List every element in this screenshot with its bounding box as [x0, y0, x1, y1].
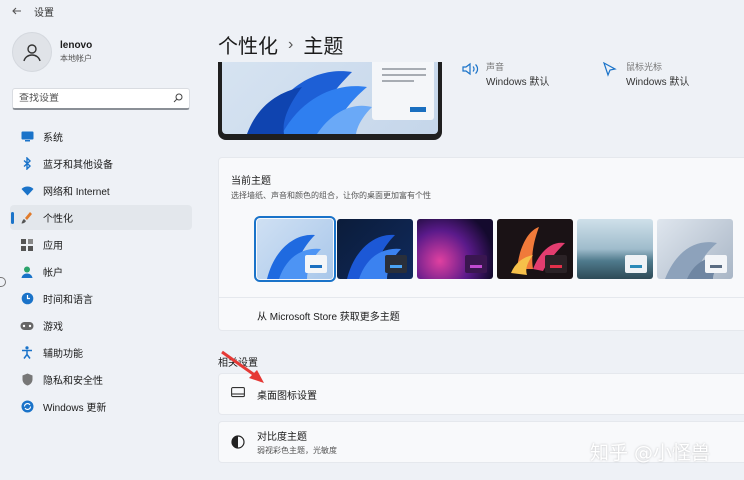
sidebar-item-label: 隐私和安全性: [43, 376, 103, 387]
quick-setting-title: 声音: [486, 62, 505, 72]
sidebar-item-bluetooth[interactable]: 蓝牙和其他设备: [10, 151, 192, 176]
theme-thumbnail-captured-motion[interactable]: [497, 219, 573, 279]
sidebar-item-time-language[interactable]: 时间和语言: [10, 286, 192, 311]
cursor-icon: [602, 61, 620, 80]
contrast-themes-description: 弱视彩色主题，光敏度: [257, 446, 337, 455]
account-type: 本地帐户: [60, 54, 92, 63]
current-theme-card: 当前主题 选择墙纸、声音和颜色的组合，让你的桌面更加富有个性 从 Microso…: [218, 157, 744, 331]
sidebar-item-personalization[interactable]: 个性化: [10, 205, 192, 230]
speaker-icon: [462, 62, 480, 80]
get-more-themes-link[interactable]: 从 Microsoft Store 获取更多主题: [219, 297, 744, 332]
breadcrumb-separator: ›: [288, 35, 294, 53]
sidebar-item-network[interactable]: 网络和 Internet: [10, 178, 192, 203]
breadcrumb-current: 主题: [303, 36, 344, 58]
sidebar-item-accessibility[interactable]: 辅助功能: [10, 340, 192, 365]
theme-gallery: [254, 216, 737, 282]
highlight-arrow: [221, 350, 264, 383]
sidebar-item-windows-update[interactable]: Windows 更新: [10, 394, 192, 419]
current-theme-description: 选择墙纸、声音和颜色的组合，让你的桌面更加富有个性: [231, 191, 431, 200]
theme-thumbnail-glow[interactable]: [417, 219, 493, 279]
sidebar-item-label: 应用: [43, 241, 63, 252]
bluetooth-icon: [20, 157, 34, 171]
sidebar-item-label: 辅助功能: [43, 349, 83, 360]
search-box[interactable]: [12, 88, 190, 110]
quick-setting-cursor[interactable]: 鼠标光标 Windows 默认: [602, 61, 690, 88]
sidebar-item-label: 个性化: [43, 214, 73, 225]
shield-icon: [20, 373, 34, 387]
accessibility-icon: [20, 346, 34, 360]
sidebar-item-apps[interactable]: 应用: [10, 232, 192, 257]
get-more-themes-label: 从 Microsoft Store 获取更多主题: [257, 311, 400, 323]
sidebar-item-label: 时间和语言: [43, 295, 93, 306]
theme-thumbnail-flow[interactable]: [657, 219, 733, 279]
theme-thumbnail-windows-light[interactable]: [254, 216, 336, 282]
desktop-icon-settings-row[interactable]: 桌面图标设置: [218, 373, 744, 415]
theme-preview: [218, 62, 442, 140]
monitor-icon: [20, 130, 34, 144]
sidebar-item-label: 游戏: [43, 322, 63, 333]
back-arrow-icon[interactable]: [8, 2, 26, 20]
search-input[interactable]: [19, 93, 173, 104]
contrast-icon: [231, 435, 245, 449]
quick-setting-title: 鼠标光标: [626, 62, 663, 72]
sidebar-item-label: 网络和 Internet: [43, 187, 110, 198]
user-profile[interactable]: lenovo 本地帐户: [12, 32, 92, 72]
quick-setting-value: Windows 默认: [486, 77, 550, 88]
app-title: 设置: [34, 7, 54, 19]
quick-setting-sound[interactable]: 声音 Windows 默认: [462, 62, 549, 88]
sidebar-item-system[interactable]: 系统: [10, 124, 192, 149]
person-icon: [12, 32, 52, 72]
apps-icon: [20, 238, 34, 252]
search-icon[interactable]: [173, 90, 183, 108]
preview-window: [372, 62, 434, 120]
sidebar-item-label: 蓝牙和其他设备: [43, 160, 113, 171]
sidebar-item-privacy[interactable]: 隐私和安全性: [10, 367, 192, 392]
clock-globe-icon: [20, 292, 34, 306]
sidebar: lenovo 本地帐户 系统 蓝牙和其他设备 网络和 Internet 个性化 …: [0, 22, 200, 480]
brush-icon: [20, 211, 34, 225]
title-bar: 设置: [0, 0, 744, 22]
wifi-icon: [20, 184, 34, 198]
sidebar-item-label: 系统: [43, 133, 63, 144]
quick-setting-value: Windows 默认: [626, 77, 690, 88]
breadcrumb: 个性化 › 主题: [218, 30, 343, 59]
sidebar-item-gaming[interactable]: 游戏: [10, 313, 192, 338]
theme-thumbnail-windows-dark[interactable]: [337, 219, 413, 279]
update-icon: [20, 400, 34, 414]
contrast-themes-label: 对比度主题: [257, 432, 307, 443]
current-theme-title: 当前主题: [231, 176, 271, 187]
gamepad-icon: [20, 319, 34, 333]
theme-thumbnail-sunrise[interactable]: [577, 219, 653, 279]
account-icon: [20, 265, 34, 279]
user-name: lenovo: [60, 40, 93, 51]
sidebar-item-accounts[interactable]: 帐户: [10, 259, 192, 284]
watermark: 知乎 @小怪兽: [590, 442, 711, 464]
sidebar-item-label: Windows 更新: [43, 403, 107, 414]
breadcrumb-parent[interactable]: 个性化: [218, 30, 278, 59]
nav-list: 系统 蓝牙和其他设备 网络和 Internet 个性化 应用 帐户 时间和语言: [10, 124, 192, 421]
sidebar-item-label: 帐户: [43, 268, 63, 279]
